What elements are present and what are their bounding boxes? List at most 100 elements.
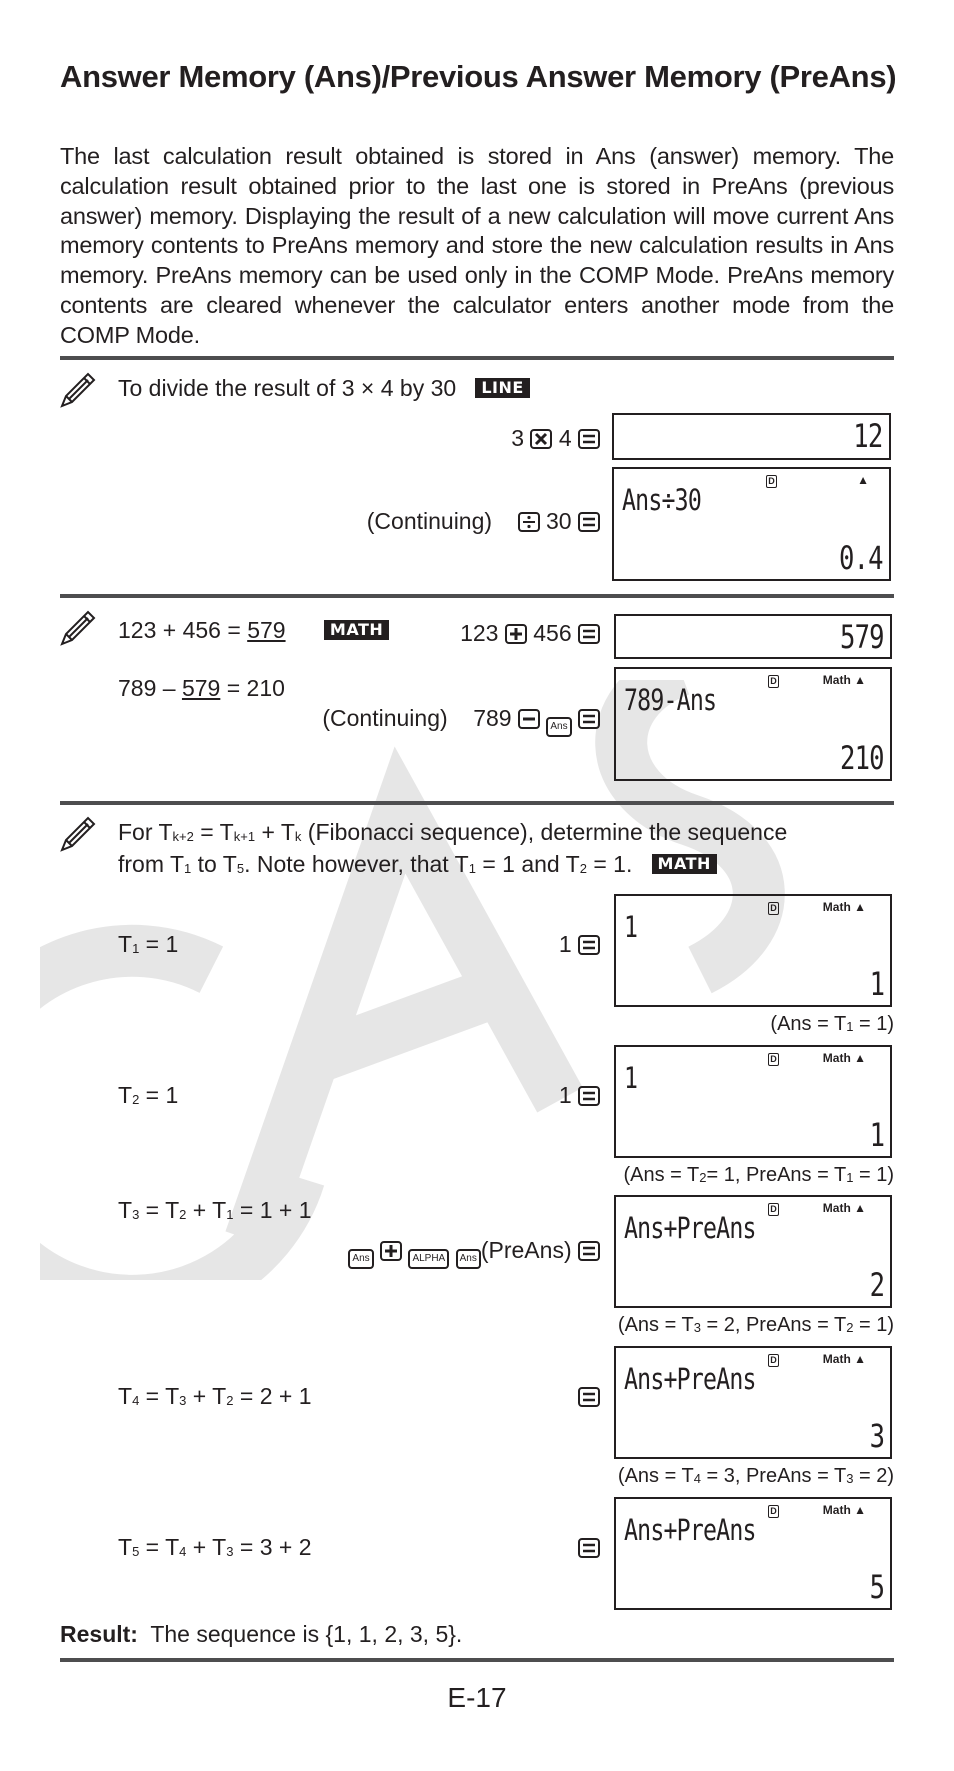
display-result: 0.4	[839, 539, 884, 577]
section-divider	[60, 801, 894, 805]
display-expression: 1	[624, 1061, 638, 1095]
degree-indicator: D	[766, 475, 777, 488]
key-digit: 30	[546, 508, 572, 534]
example3-description-line1: For Tk+2 = Tk+1 + Tk (Fibonacci sequence…	[118, 819, 788, 845]
subscript: k+1	[233, 829, 256, 844]
math-indicator: Math ▲	[822, 1201, 866, 1215]
example2-step2-keys: (Continuing) 789 Ans	[322, 704, 600, 737]
math-mode-badge: MATH	[323, 620, 390, 640]
math-indicator: Math ▲	[822, 1352, 866, 1366]
calculator-display: D Math ▲ Ans+PreAns 2	[614, 1195, 892, 1308]
intro-paragraph: The last calculation result obtained is …	[60, 143, 894, 348]
display-result: 1	[869, 1116, 884, 1154]
subscript: k+2	[172, 829, 194, 844]
calculator-display: D Math ▲ 1 1	[614, 1045, 892, 1158]
term: T	[280, 819, 295, 845]
equals-key	[578, 1086, 600, 1106]
degree-indicator: D	[768, 902, 779, 915]
line-mode-badge: LINE	[475, 378, 530, 398]
result-text: The sequence is {1, 1, 2, 3, 5}.	[150, 1621, 463, 1647]
equals-key	[578, 512, 600, 532]
key-digit: 1	[558, 931, 572, 957]
section-divider	[60, 1658, 894, 1662]
description-text: = 1 and T	[475, 851, 580, 877]
key-digit: 123	[460, 620, 499, 646]
description-text: = 1.	[586, 851, 633, 877]
description-text: from T	[118, 851, 185, 877]
t2-keys: 1	[559, 1081, 600, 1109]
calculator-display: D Math ▲ Ans+PreAns 3	[614, 1346, 892, 1459]
degree-indicator: D	[768, 1505, 779, 1518]
result-label: Result:	[60, 1621, 138, 1647]
math-mode-badge: MATH	[651, 854, 717, 874]
equation-t4: T4 = T3 + T2 = 2 + 1	[118, 1383, 312, 1409]
display-result: 3	[869, 1417, 884, 1455]
display-expression: Ans+PreAns	[624, 1513, 756, 1547]
equation-text: 789 –	[118, 675, 182, 701]
display-result: 5	[869, 1568, 884, 1606]
preans-label: (PreAns)	[480, 1237, 572, 1263]
pencil-icon	[60, 372, 96, 408]
ans-key: Ans	[546, 717, 572, 737]
display-expression: Ans+PreAns	[624, 1211, 756, 1245]
equation-t2: T2 = 1	[118, 1082, 179, 1108]
t4-keys	[578, 1382, 600, 1410]
plus-key	[380, 1241, 403, 1261]
degree-indicator: D	[768, 1354, 779, 1367]
calculator-display: D ▲ Ans÷30 0.4	[612, 467, 891, 581]
degree-indicator: D	[768, 1203, 779, 1216]
calculator-display: D Math ▲ 789-Ans 210	[614, 667, 892, 781]
equation-t1: T1 = 1	[118, 931, 179, 957]
description-text: to T	[191, 851, 237, 877]
equals-key	[578, 1241, 600, 1261]
key-digit: 4	[558, 425, 572, 451]
up-arrow-indicator: ▲	[857, 473, 869, 487]
ans-key: Ans	[348, 1249, 374, 1269]
t3-keys: Ans ALPHA Ans (PreAns)	[348, 1236, 600, 1269]
equation-t3: T3 = T2 + T1 = 1 + 1	[118, 1197, 312, 1223]
display-expression: Ans+PreAns	[624, 1362, 756, 1396]
t1-note: (Ans = T1 = 1)	[770, 1013, 894, 1035]
term: T	[219, 819, 234, 845]
multiply-key	[530, 429, 553, 449]
page-number: E-17	[447, 1682, 507, 1713]
math-indicator: Math ▲	[822, 900, 866, 914]
calculator-display: D Math ▲ 1 1	[614, 894, 892, 1007]
display-expression: 789-Ans	[624, 683, 717, 717]
pencil-icon	[60, 816, 96, 852]
minus-key	[517, 709, 540, 729]
alpha-key: ALPHA	[408, 1249, 450, 1269]
degree-indicator: D	[768, 675, 779, 688]
t1-keys: 1	[559, 930, 600, 958]
equals-key	[578, 1538, 600, 1558]
equation-text: = 210	[220, 675, 285, 701]
key-digit: 1	[558, 1082, 572, 1108]
pencil-icon	[60, 610, 96, 646]
degree-indicator: D	[768, 1053, 779, 1066]
display-result: 579	[840, 618, 885, 656]
calculator-display: 12	[612, 413, 891, 460]
display-expression: Ans÷30	[622, 483, 702, 517]
term: T	[158, 819, 173, 845]
page-title: Answer Memory (Ans)/Previous Answer Memo…	[60, 59, 897, 94]
equation-text: 123 + 456 =	[118, 617, 248, 643]
example2-line1: 123 + 456 = 579 MATH	[118, 616, 390, 644]
key-digit: 456	[533, 620, 572, 646]
underlined-result: 579	[247, 617, 286, 643]
continuing-label: (Continuing)	[322, 705, 448, 731]
divide-key	[517, 512, 540, 532]
example1-step2-keys: (Continuing) 30	[367, 507, 600, 535]
t4-note: (Ans = T4 = 3, PreAns = T3 = 2)	[617, 1465, 894, 1487]
math-indicator: Math ▲	[822, 673, 866, 687]
equals-key	[578, 1387, 600, 1407]
example2-step1-keys: 123 456	[460, 619, 600, 647]
key-digit: 3	[511, 425, 525, 451]
equals-key	[578, 709, 600, 729]
math-indicator: Math ▲	[822, 1503, 866, 1517]
calculator-display: D Math ▲ Ans+PreAns 5	[614, 1497, 892, 1610]
description-text: . Note however, that T	[244, 851, 469, 877]
t2-note: (Ans = T2= 1, PreAns = T1 = 1)	[623, 1164, 894, 1186]
equals-key	[578, 935, 600, 955]
section-divider	[60, 594, 894, 598]
example3-description-line2: from T1 to T5. Note however, that T1 = 1…	[118, 850, 717, 883]
